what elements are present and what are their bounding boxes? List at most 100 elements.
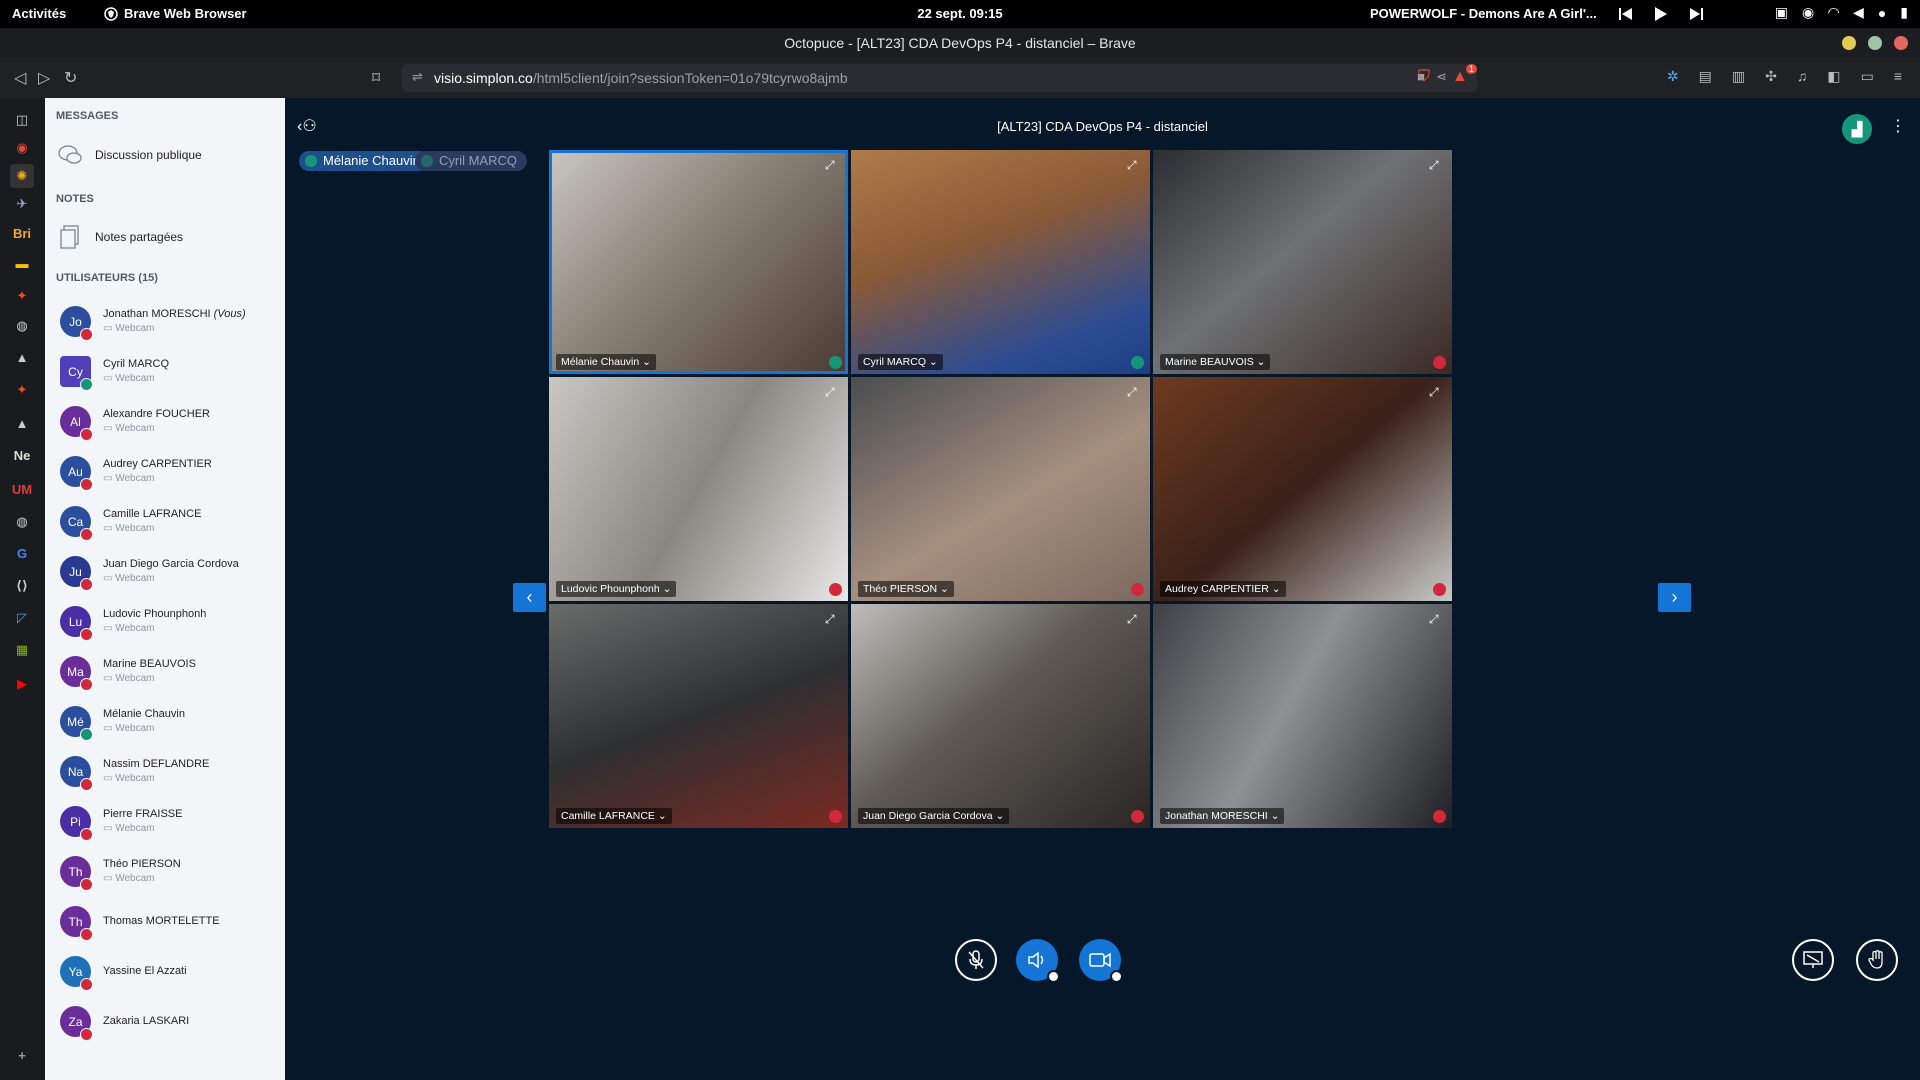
video-tile-name[interactable]: Jonathan MORESCHI ⌄ [1160, 808, 1285, 824]
user-list-item[interactable]: Ca Camille LAFRANCE ▭ Webcam [60, 502, 280, 548]
fullscreen-icon[interactable]: ⤢ [1429, 612, 1444, 627]
activities-button[interactable]: Activités [12, 6, 66, 21]
video-tile-name[interactable]: Mélanie Chauvin ⌄ [556, 354, 656, 370]
user-list-item[interactable]: ThThomas MORTELETTE ▭ [60, 902, 280, 948]
video-tile-name[interactable]: Ludovic Phounphonh ⌄ [556, 581, 677, 597]
video-tile-name[interactable]: Théo PIERSON ⌄ [858, 581, 954, 597]
clock[interactable]: 22 sept. 09:15 [917, 6, 1002, 21]
fullscreen-icon[interactable]: ⤢ [1127, 612, 1142, 627]
video-tile[interactable]: ⤢ Jonathan MORESCHI ⌄ [1153, 604, 1452, 828]
video-tile-name[interactable]: Camille LAFRANCE ⌄ [556, 808, 672, 824]
fullscreen-icon[interactable]: ⤢ [1429, 385, 1444, 400]
clipboard-icon[interactable]: ▣ [1775, 4, 1788, 21]
user-list-item[interactable]: Na Nassim DEFLANDRE ▭ Webcam [60, 752, 280, 798]
audio-button[interactable] [1016, 939, 1060, 983]
brave-shields-icon[interactable]: ⛉ [1418, 68, 1430, 86]
sidebar-panel-icon[interactable]: ◫ [10, 108, 34, 132]
user-list-item[interactable]: Ju Juan Diego Garcia Cordova ▭ Webcam [60, 552, 280, 598]
figma-icon[interactable]: ✦ [10, 284, 34, 308]
code-icon[interactable]: ⟨⟩ [10, 574, 34, 598]
youtube-icon[interactable]: ▶ [10, 672, 34, 696]
microsoft-icon[interactable]: ▦ [10, 638, 34, 662]
video-tile-name[interactable]: Juan Diego Garcia Cordova ⌄ [858, 808, 1010, 824]
fullscreen-icon[interactable]: ⤢ [825, 612, 840, 627]
fullscreen-icon[interactable]: ⤢ [825, 158, 840, 173]
now-playing[interactable]: POWERWOLF - Demons Are A Girl'... [1370, 6, 1597, 21]
mute-microphone-button[interactable] [955, 939, 997, 981]
user-list-item[interactable]: Mé Mélanie Chauvin ▭ Webcam [60, 702, 280, 748]
shared-notes-item[interactable]: Notes partagées [57, 224, 183, 250]
forward-icon[interactable]: ▷ [38, 68, 50, 88]
maximize-button[interactable] [1868, 36, 1882, 50]
github-icon[interactable]: ◍ [10, 314, 34, 338]
pinned-site-icon[interactable]: ✈ [10, 192, 34, 216]
pinned-site-label[interactable]: Ne [10, 444, 34, 468]
site-info-icon[interactable]: ⇌ [412, 69, 423, 85]
menu-icon[interactable]: ≡ [1894, 68, 1902, 85]
fullscreen-icon[interactable]: ⤢ [1127, 158, 1142, 173]
extension-react-icon[interactable]: ✲ [1667, 68, 1679, 85]
play-icon[interactable] [1654, 6, 1667, 21]
video-tile[interactable]: ⤢ Mélanie Chauvin ⌄ [549, 150, 848, 374]
user-list-item[interactable]: Al Alexandre FOUCHER ▭ Webcam [60, 402, 280, 448]
back-icon[interactable]: ◁ [14, 68, 26, 88]
volume-icon[interactable]: ◀ [1853, 4, 1864, 21]
microphone-icon[interactable]: ● [1878, 5, 1886, 21]
public-chat-item[interactable]: Discussion publique [57, 142, 202, 168]
media-icon[interactable]: ♫ [1797, 68, 1808, 85]
pinned-site-label[interactable]: Bri [10, 222, 34, 246]
close-button[interactable] [1894, 36, 1908, 50]
user-list-item[interactable]: Lu Ludovic Phounphonh ▭ Webcam [60, 602, 280, 648]
fullscreen-icon[interactable]: ⤢ [1429, 158, 1444, 173]
github-icon[interactable]: ◍ [10, 510, 34, 534]
extensions-puzzle-icon[interactable]: ✣ [1765, 68, 1777, 85]
video-tile[interactable]: ⤢ Juan Diego Garcia Cordova ⌄ [851, 604, 1150, 828]
user-list-item[interactable]: Th Théo PIERSON ▭ Webcam [60, 852, 280, 898]
next-page-button[interactable]: › [1658, 583, 1691, 612]
url-text[interactable]: visio.simplon.co/html5client/join?sessio… [434, 70, 848, 86]
video-tile[interactable]: ⤢ Marine BEAUVOIS ⌄ [1153, 150, 1452, 374]
user-list-item[interactable]: Pi Pierre FRAISSE ▭ Webcam [60, 802, 280, 848]
user-list-item[interactable]: Jo Jonathan MORESCHI (Vous) ▭ Webcam [60, 302, 280, 348]
bookmark-icon[interactable]: ⌑ [372, 68, 380, 88]
wifi-icon[interactable]: ◠ [1828, 4, 1839, 21]
sidebar-toggle-icon[interactable]: ◧ [1827, 68, 1840, 85]
discord-icon[interactable]: ◉ [1802, 4, 1814, 21]
talking-indicator-melanie[interactable]: Mélanie Chauvin [299, 151, 430, 171]
reload-icon[interactable]: ↻ [64, 68, 77, 88]
brave-talk-icon[interactable]: ◉ [10, 136, 34, 160]
video-tile[interactable]: ⤢ Camille LAFRANCE ⌄ [549, 604, 848, 828]
user-list-item[interactable]: Ma Marine BEAUVOIS ▭ Webcam [60, 652, 280, 698]
talking-indicator-cyril[interactable]: Cyril MARCQ [415, 151, 527, 171]
user-list-item[interactable]: Au Audrey CARPENTIER ▭ Webcam [60, 452, 280, 498]
triangle-icon[interactable]: ▲ [10, 346, 34, 370]
previous-track-icon[interactable] [1618, 7, 1633, 20]
options-menu-icon[interactable]: ⋮ [1890, 116, 1906, 136]
video-tile[interactable]: ⤢ Ludovic Phounphonh ⌄ [549, 377, 848, 601]
extension-icon[interactable]: ▤ [1699, 68, 1712, 85]
previous-page-button[interactable]: ‹ [513, 583, 546, 612]
wallet-icon[interactable]: ▭ [1861, 68, 1874, 85]
video-tile-name[interactable]: Cyril MARCQ ⌄ [858, 354, 943, 370]
video-tile[interactable]: ⤢ Cyril MARCQ ⌄ [851, 150, 1150, 374]
add-sidebar-item-icon[interactable]: + [10, 1044, 34, 1068]
minimize-button[interactable] [1842, 36, 1856, 50]
presentation-button[interactable] [1792, 939, 1834, 981]
extension-icon[interactable]: ▥ [1732, 68, 1745, 85]
triangle-icon[interactable]: ▲ [10, 412, 34, 436]
figma-icon[interactable]: ✦ [10, 378, 34, 402]
connection-status-icon[interactable]: ▟ [1842, 114, 1872, 144]
video-tile[interactable]: ⤢ Audrey CARPENTIER ⌄ [1153, 377, 1452, 601]
raise-hand-button[interactable] [1856, 939, 1898, 981]
battery-icon[interactable]: ▮ [1900, 4, 1908, 21]
fullscreen-icon[interactable]: ⤢ [1127, 385, 1142, 400]
next-track-icon[interactable] [1689, 7, 1703, 20]
audio-options-icon[interactable] [1047, 970, 1060, 983]
slides-icon[interactable]: ▬ [10, 252, 34, 276]
google-icon[interactable]: G [10, 542, 34, 566]
user-list-item[interactable]: Cy Cyril MARCQ ▭ Webcam [60, 352, 280, 398]
video-tile-name[interactable]: Marine BEAUVOIS ⌄ [1160, 354, 1271, 370]
pinned-site-label[interactable]: UM [10, 478, 34, 502]
camera-button[interactable] [1079, 939, 1123, 983]
octopuce-icon[interactable]: ✺ [10, 164, 34, 188]
